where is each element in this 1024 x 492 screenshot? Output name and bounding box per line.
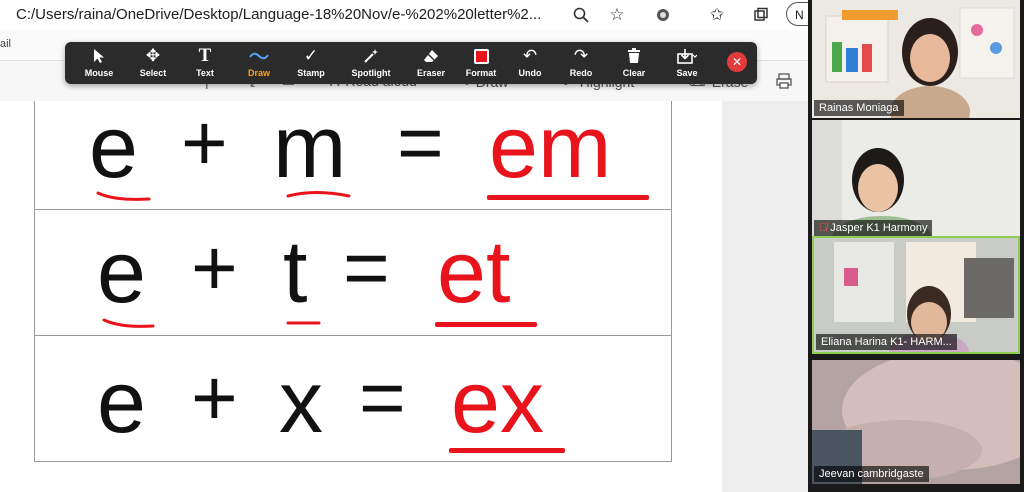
favorites-list-icon[interactable]: ✩: [706, 4, 728, 26]
participant-name: Eliana Harina K1- HARM...: [816, 334, 957, 350]
participant-name: Jeevan cambridgaste: [814, 466, 929, 482]
table-row: e + m = em: [35, 85, 671, 210]
annotation-underline: [286, 191, 351, 198]
cursor-arrow-icon: [92, 45, 106, 67]
url-field[interactable]: C:/Users/raina/OneDrive/Desktop/Language…: [16, 6, 556, 23]
favorites-bar-item[interactable]: ail: [0, 38, 11, 50]
favorite-star-icon[interactable]: ☆: [606, 4, 628, 26]
letter-b: m: [273, 97, 347, 196]
undo-arrow-icon: ↶: [522, 46, 538, 65]
color-swatch-icon: [473, 45, 489, 67]
document-viewport[interactable]: e + m = em e + t = et e + x = ex: [0, 101, 808, 492]
save-download-icon: [677, 45, 697, 67]
participant-name: 🎙̸ Jasper K1 Harmony: [814, 220, 933, 236]
trash-icon: [627, 45, 641, 67]
address-bar: C:/Users/raina/OneDrive/Desktop/Language…: [0, 0, 826, 30]
result-underline: [487, 195, 649, 200]
zoom-search-icon[interactable]: [570, 4, 592, 26]
spotlight-tool[interactable]: Spotlight: [343, 45, 399, 83]
annotation-underline: [96, 191, 151, 201]
letter-a: e: [97, 352, 146, 451]
checkmark-icon: ✓: [303, 46, 319, 65]
table-row: e + x = ex: [35, 336, 671, 462]
text-tool[interactable]: T Text: [177, 45, 233, 83]
redo-arrow-icon: ↷: [573, 46, 589, 65]
annotation-toolbar: Mouse ✥ Select T Text Draw ✓ Stamp Spotl…: [65, 42, 757, 84]
result-underline: [449, 448, 565, 453]
equals-sign: =: [343, 223, 390, 312]
result-word: em: [489, 97, 612, 196]
phonics-table: e + m = em e + t = et e + x = ex: [34, 101, 672, 462]
plus-sign: +: [191, 223, 238, 312]
letter-b: t: [283, 222, 308, 321]
magic-wand-icon: [363, 45, 379, 67]
extension-icon[interactable]: [652, 4, 674, 26]
mouse-tool[interactable]: Mouse: [71, 45, 127, 83]
squiggle-icon: [249, 45, 269, 67]
annotation-underline: [286, 321, 321, 325]
eraser-tool[interactable]: Eraser: [403, 45, 459, 83]
format-tool[interactable]: Format: [453, 45, 509, 83]
result-word: ex: [451, 352, 544, 451]
redo-tool[interactable]: ↷ Redo: [553, 45, 609, 83]
pdf-page: e + m = em e + t = et e + x = ex: [0, 101, 722, 492]
annotation-underline: [102, 318, 155, 328]
text-t-icon: T: [198, 45, 212, 66]
move-arrows-icon: ✥: [145, 46, 161, 65]
letter-b: x: [279, 352, 323, 451]
participant-tile[interactable]: Eliana Harina K1- HARM...: [812, 236, 1020, 354]
result-word: et: [437, 222, 511, 321]
close-annotation-button[interactable]: ✕: [727, 52, 747, 72]
result-underline: [435, 322, 537, 327]
clear-tool[interactable]: Clear: [606, 45, 662, 83]
collections-icon[interactable]: [750, 4, 772, 26]
equals-sign: =: [359, 353, 406, 442]
eraser-icon: [423, 45, 439, 67]
participant-name: Rainas Moniaga: [814, 100, 904, 116]
participant-gallery: Rainas Moniaga 🎙̸ Jasper K1 Harmony Elia…: [808, 0, 1024, 492]
draw-tool[interactable]: Draw: [231, 45, 287, 83]
participant-tile[interactable]: Jeevan cambridgaste: [812, 360, 1020, 484]
muted-mic-icon: 🎙̸: [819, 222, 828, 234]
plus-sign: +: [191, 353, 238, 442]
participant-tile[interactable]: 🎙̸ Jasper K1 Harmony: [812, 120, 1020, 238]
close-x-icon: ✕: [731, 55, 743, 69]
stamp-tool[interactable]: ✓ Stamp: [283, 45, 339, 83]
print-icon[interactable]: [776, 73, 792, 89]
equals-sign: =: [397, 98, 444, 187]
participant-tile[interactable]: Rainas Moniaga: [812, 0, 1020, 118]
save-tool[interactable]: Save: [659, 45, 715, 83]
letter-a: e: [97, 222, 146, 321]
plus-sign: +: [181, 98, 228, 187]
undo-tool[interactable]: ↶ Undo: [502, 45, 558, 83]
letter-a: e: [89, 97, 138, 196]
select-tool[interactable]: ✥ Select: [125, 45, 181, 83]
table-row: e + t = et: [35, 210, 671, 336]
